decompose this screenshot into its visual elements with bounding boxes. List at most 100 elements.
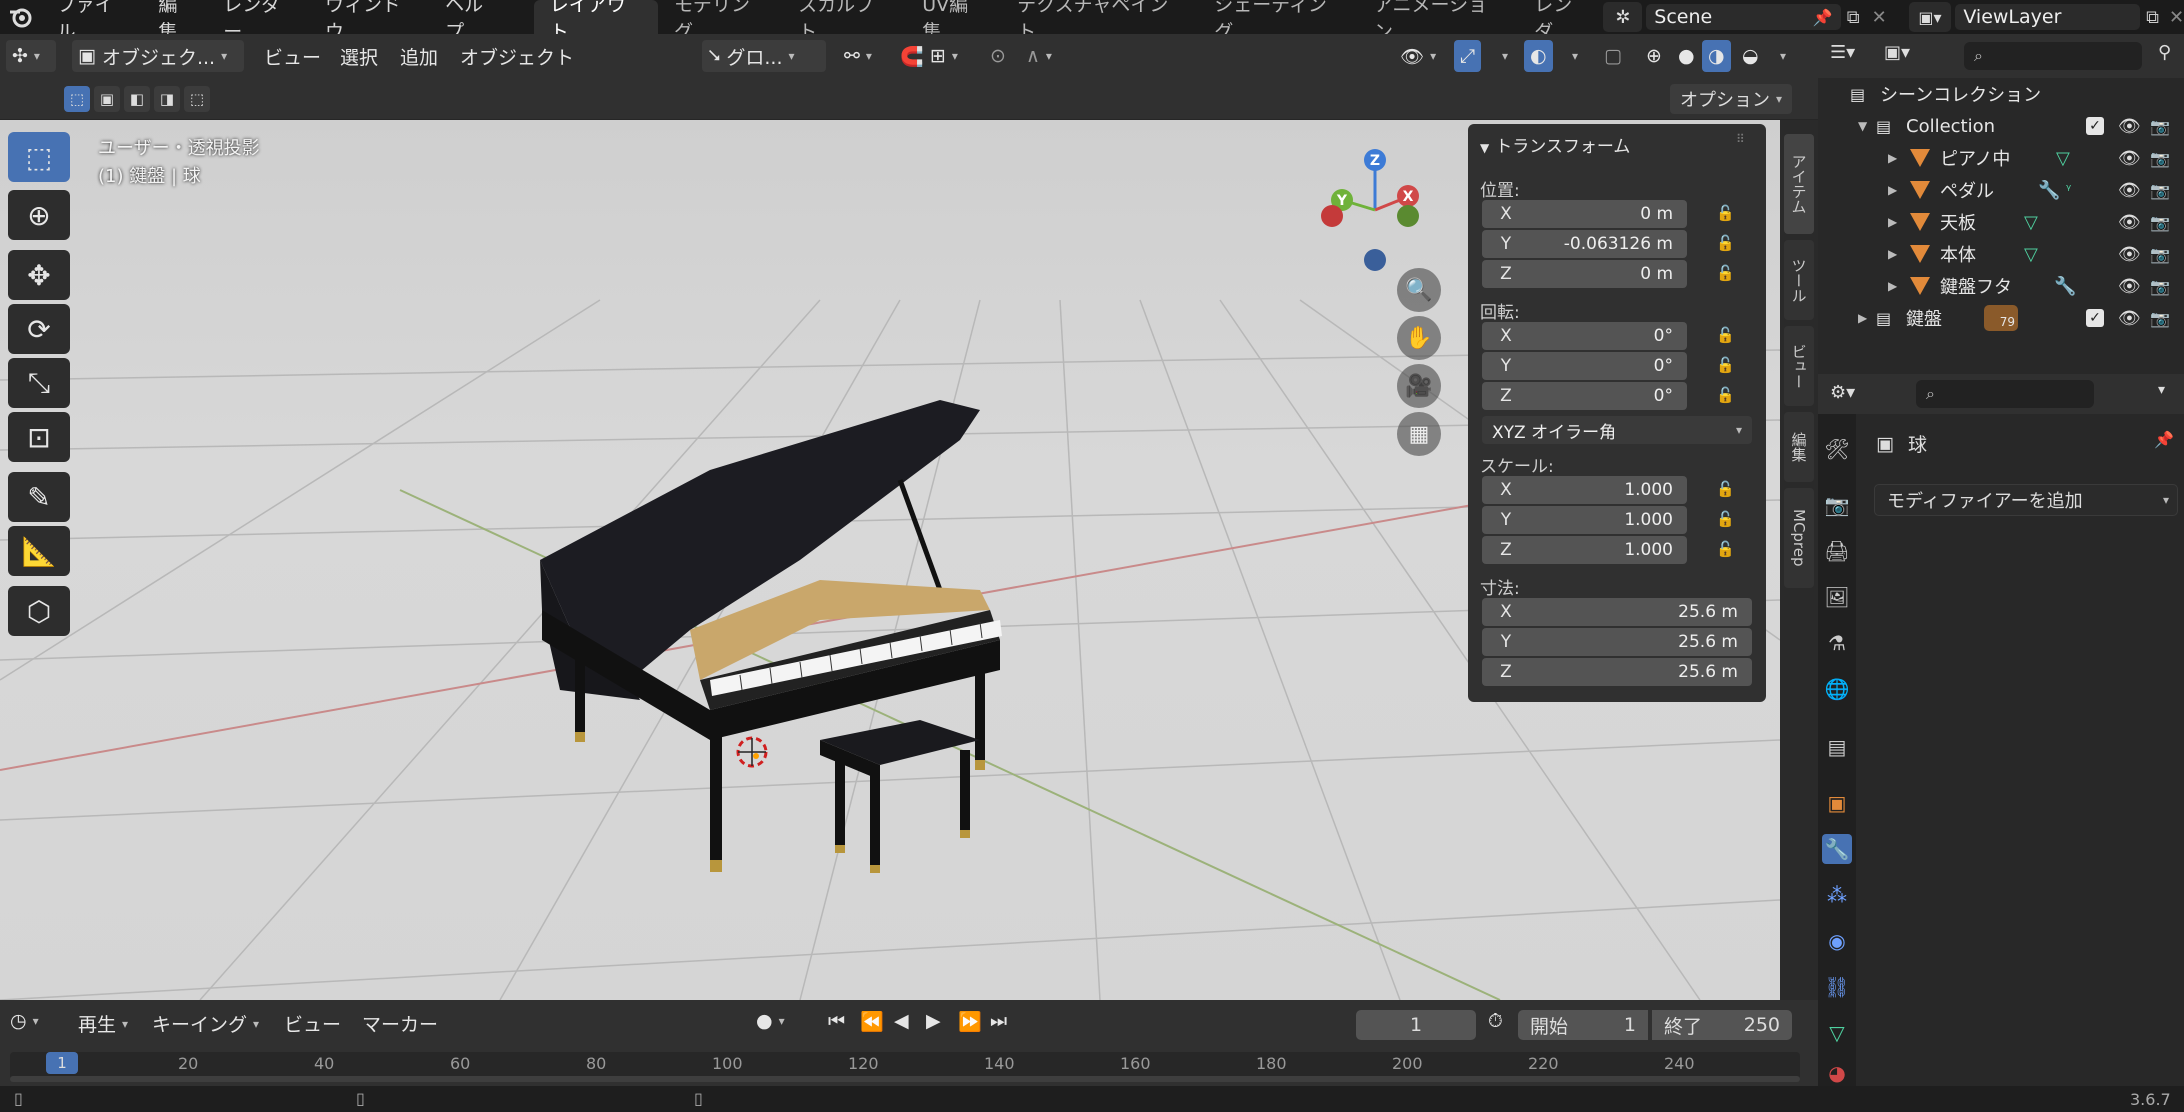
current-frame-field[interactable]: 1 <box>1356 1010 1476 1040</box>
location-z-field[interactable]: Z 0 m <box>1482 260 1687 288</box>
particles-icon[interactable]: ⁂ <box>1822 880 1852 910</box>
grand-piano-model[interactable] <box>520 380 1020 980</box>
dimensions-y-field[interactable]: Y 25.6 m <box>1482 628 1752 656</box>
mesh-data-icon[interactable]: ▽ <box>1822 1018 1852 1048</box>
end-frame-field[interactable]: 終了 250 <box>1652 1010 1792 1040</box>
rotate-tool-icon[interactable]: ⟳ <box>8 304 70 354</box>
lock-icon[interactable]: 🔓 <box>1716 356 1735 374</box>
pin-icon[interactable]: 📌 <box>2154 430 2174 449</box>
menu-object[interactable]: オブジェクト <box>454 40 580 72</box>
tab-item[interactable]: アイテム <box>1784 134 1814 234</box>
add-modifier-dropdown[interactable]: モディファイアーを追加 ▾ <box>1874 484 2178 516</box>
timeline-view-menu[interactable]: ビュー <box>284 1010 341 1037</box>
scale-y-field[interactable]: Y 1.000 <box>1482 506 1687 534</box>
scale-tool-icon[interactable]: ⤡ <box>8 358 70 408</box>
outliner-item-keyboard[interactable]: ▶ ▤ 鍵盤 79 ✓ 👁 📷 <box>1818 302 2184 334</box>
rotation-mode-dropdown[interactable]: XYZ オイラー角 ▾ <box>1482 416 1752 444</box>
modifier-wrench-icon[interactable]: 🔧 <box>2054 276 2076 297</box>
modifier-props-icon[interactable]: 🔧 <box>1822 834 1852 864</box>
camera-icon[interactable]: 📷 <box>2150 181 2170 200</box>
pan-hand-icon[interactable]: ✋ <box>1397 316 1441 360</box>
tab-mcprep[interactable]: MCprep <box>1784 488 1814 588</box>
viewlayer-icon[interactable]: ▣▾ <box>1908 2 1952 32</box>
pivot-icon[interactable]: ⚯ ▾ <box>838 40 878 72</box>
annotate-tool-icon[interactable]: ✎ <box>8 472 70 522</box>
eye-icon[interactable]: 👁 <box>2118 212 2141 233</box>
playback-menu[interactable]: 再生 ▾ <box>78 1010 128 1037</box>
scene-icon[interactable]: ✲ <box>1603 2 1643 32</box>
lock-icon[interactable]: 🔓 <box>1716 326 1735 344</box>
lock-icon[interactable]: 🔓 <box>1716 480 1735 498</box>
select-subtract-icon[interactable]: ◧ <box>124 86 150 112</box>
exclude-checkbox[interactable]: ✓ <box>2086 309 2104 327</box>
dimensions-z-field[interactable]: Z 25.6 m <box>1482 658 1752 686</box>
visibility-icon[interactable]: 👁 ▾ <box>1394 40 1442 72</box>
tab-edit[interactable]: 編集 <box>1784 412 1814 482</box>
output-icon[interactable]: 🖨 <box>1822 536 1852 566</box>
camera-icon[interactable]: 📷 <box>2150 117 2170 136</box>
lock-icon[interactable]: 🔓 <box>1716 264 1735 282</box>
lock-icon[interactable]: 🔓 <box>1716 204 1735 222</box>
shading-rendered-icon[interactable]: ◒ <box>1736 40 1765 72</box>
timeline-editor-icon[interactable]: ◷ ▾ <box>10 1010 39 1032</box>
menu-select[interactable]: 選択 <box>334 40 384 72</box>
expand-icon[interactable]: ▼ <box>1858 119 1867 133</box>
scene-name-field[interactable]: Scene 📌 <box>1646 4 1841 30</box>
blender-logo-icon[interactable] <box>0 0 43 34</box>
delete-scene-icon[interactable]: ✕ <box>1872 7 1887 28</box>
scale-z-field[interactable]: Z 1.000 <box>1482 536 1687 564</box>
menu-help[interactable]: ヘルプ <box>431 0 514 43</box>
material-icon[interactable]: ◕ <box>1822 1058 1852 1088</box>
world-icon[interactable]: 🌐 <box>1822 674 1852 704</box>
mesh-data-icon[interactable]: ▽ <box>2024 244 2038 265</box>
timeline-scrollbar[interactable] <box>10 1076 1800 1082</box>
start-frame-field[interactable]: 開始 1 <box>1518 1010 1648 1040</box>
tab-shading[interactable]: シェーディング <box>1198 0 1358 43</box>
outliner-editor-icon[interactable]: ☰▾ <box>1830 42 1855 63</box>
options-dropdown[interactable]: オプション ▾ <box>1670 84 1793 114</box>
tab-texture-paint[interactable]: テクスチャペイント <box>1001 0 1198 43</box>
lock-icon[interactable]: 🔓 <box>1716 510 1735 528</box>
rotation-z-field[interactable]: Z 0° <box>1482 382 1687 410</box>
lock-icon[interactable]: 🔓 <box>1716 234 1735 252</box>
location-y-field[interactable]: Y -0.063126 m <box>1482 230 1687 258</box>
menu-view[interactable]: ビュー <box>258 40 327 72</box>
tab-animation[interactable]: アニメーション <box>1358 0 1518 43</box>
playhead[interactable]: 1 <box>46 1052 78 1074</box>
drag-handle-icon[interactable]: ⠿ <box>1736 132 1745 146</box>
new-scene-icon[interactable]: ⧉ <box>1847 7 1860 28</box>
select-intersect-icon[interactable]: ⬚ <box>184 86 210 112</box>
keying-menu[interactable]: キーイング ▾ <box>152 1010 259 1037</box>
prev-keyframe-icon[interactable]: ⏪ <box>860 1010 884 1033</box>
camera-icon[interactable]: 📷 <box>2150 213 2170 232</box>
mesh-data-icon[interactable]: ▽ <box>2056 148 2070 169</box>
jump-start-icon[interactable]: ⏮ <box>828 1010 845 1032</box>
camera-icon[interactable]: 📷 <box>2150 277 2170 296</box>
transform-tool-icon[interactable]: ⊡ <box>8 412 70 462</box>
eye-icon[interactable]: 👁 <box>2118 308 2141 329</box>
mode-dropdown[interactable]: ▣ オブジェク... ▾ <box>72 40 244 72</box>
play-icon[interactable]: ▶ <box>926 1010 941 1032</box>
outliner-item-body[interactable]: ▶ 本体 ▽ 👁 📷 <box>1818 238 2184 270</box>
collection-props-icon[interactable]: ▤ <box>1822 732 1852 762</box>
overlay-toggle-icon[interactable]: ◐ <box>1524 40 1553 72</box>
falloff-icon[interactable]: ∧ ▾ <box>1020 40 1058 72</box>
scene-collection-row[interactable]: ▤ シーンコレクション <box>1818 78 2184 110</box>
orientation-dropdown[interactable]: ⭨ グロ... ▾ <box>702 40 826 72</box>
overlay-dropdown-icon[interactable]: ▾ <box>1560 40 1584 72</box>
jump-end-icon[interactable]: ⏭ <box>990 1010 1007 1032</box>
tab-view[interactable]: ビュー <box>1784 326 1814 406</box>
perspective-grid-icon[interactable]: ▦ <box>1397 412 1441 456</box>
shading-solid-icon[interactable]: ● <box>1672 40 1701 72</box>
marker-menu[interactable]: マーカー <box>362 1010 438 1037</box>
menu-window[interactable]: ウィンドウ <box>311 0 431 43</box>
gizmo-dropdown-icon[interactable]: ▾ <box>1490 40 1514 72</box>
exclude-checkbox[interactable]: ✓ <box>2086 117 2104 135</box>
collection-row[interactable]: ▼ ▤ Collection ✓ 👁 📷 <box>1818 110 2184 142</box>
physics-icon[interactable]: ◉ <box>1822 926 1852 956</box>
mesh-data-icon[interactable]: ▽ <box>2024 212 2038 233</box>
transform-header[interactable]: ▼ トランスフォーム <box>1480 132 1630 157</box>
camera-view-icon[interactable]: 🎥 <box>1397 364 1441 408</box>
play-reverse-icon[interactable]: ◀ <box>894 1010 909 1032</box>
viewlayer-name-field[interactable]: ViewLayer <box>1955 4 2141 30</box>
